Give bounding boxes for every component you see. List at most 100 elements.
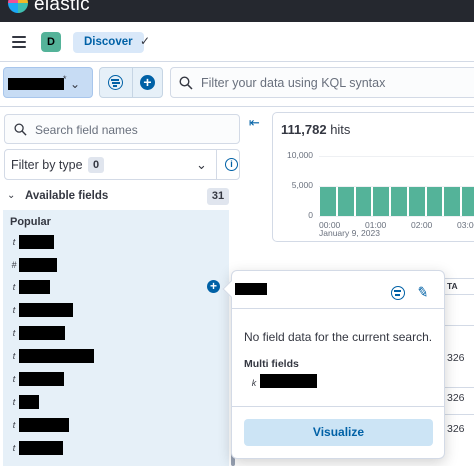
y-tick-label: 10,000	[287, 150, 313, 160]
x-tick-label: 00:00	[319, 220, 341, 230]
x-tick-label: 03:00	[457, 220, 474, 230]
gridline	[319, 156, 474, 157]
search-icon	[14, 123, 27, 136]
keyword-type-icon: k	[249, 377, 259, 389]
empty-data-message: No field data for the current search.	[244, 330, 433, 344]
top-navigation-bar: elastic	[0, 0, 474, 22]
field-name-redacted	[19, 349, 94, 363]
field-type-icon: t	[12, 374, 16, 384]
list-item[interactable]: t	[3, 438, 229, 458]
list-item[interactable]: t	[3, 300, 229, 320]
meta-button[interactable]: TA	[440, 278, 474, 295]
histogram-bar[interactable]	[337, 186, 354, 216]
filter-by-type-dropdown[interactable]: Filter by type 0 ⌄ i	[4, 149, 240, 180]
kql-search-field[interactable]	[170, 67, 474, 98]
list-item[interactable]: t	[3, 323, 229, 343]
chevron-down-icon: ⌄	[70, 77, 81, 91]
y-tick-label: 0	[308, 210, 313, 220]
data-view-picker[interactable]: * ⌄	[3, 67, 93, 98]
field-type-icon: t	[12, 397, 16, 407]
hits-counter: 111,782 hits	[281, 122, 350, 137]
field-type-icon: t	[12, 351, 16, 361]
hits-count: 111,782	[281, 122, 327, 137]
histogram-bar[interactable]	[320, 186, 336, 216]
histogram-bar[interactable]	[426, 186, 443, 216]
collapse-sidebar-icon[interactable]: ⇤	[249, 115, 260, 131]
field-type-icon: t	[12, 237, 16, 247]
add-field-icon[interactable]: +	[207, 280, 220, 293]
y-tick-label: 5,000	[291, 180, 313, 190]
brand-name[interactable]: elastic	[34, 0, 90, 16]
gridline	[319, 216, 474, 217]
data-view-name-redacted	[8, 78, 64, 90]
field-type-icon: t	[12, 420, 16, 430]
multi-fields-label: Multi fields	[244, 358, 299, 370]
histogram-bar[interactable]	[391, 186, 407, 216]
available-fields-header[interactable]: ⌄ Available fields 31	[4, 187, 229, 209]
info-icon[interactable]: i	[225, 158, 238, 171]
available-fields-label: Available fields	[25, 190, 109, 202]
x-tick-label: 02:00	[411, 220, 433, 230]
chevron-down-icon: ⌄	[196, 157, 207, 172]
field-name-redacted	[19, 395, 39, 409]
table-cell: 326	[447, 352, 465, 364]
table-cell: 326	[447, 392, 465, 404]
search-icon	[179, 76, 193, 90]
list-item[interactable]: t	[3, 369, 229, 389]
list-item[interactable]: t +	[3, 277, 229, 297]
histogram-panel: 111,782 hits January 9, 2023 10,000 5,000…	[272, 112, 474, 242]
field-search[interactable]	[4, 114, 240, 144]
filter-icon[interactable]	[108, 75, 123, 90]
breadcrumb-discover[interactable]: Discover	[73, 32, 144, 53]
list-item[interactable]: t	[3, 346, 229, 366]
list-item[interactable]: t	[3, 232, 229, 252]
field-type-icon: t	[12, 282, 16, 292]
table-cell: 326	[447, 423, 465, 435]
field-type-icon: t	[12, 305, 16, 315]
field-name-redacted	[19, 280, 50, 294]
visualize-button[interactable]: Visualize	[244, 419, 433, 446]
query-bar: * ⌄ +	[0, 62, 474, 107]
multi-field-name-redacted[interactable]	[260, 374, 317, 388]
field-name-redacted	[19, 258, 57, 272]
button-divider	[132, 68, 133, 97]
histogram-bar[interactable]	[408, 186, 425, 216]
x-tick-label: 01:00	[365, 220, 387, 230]
elastic-logo-icon[interactable]	[8, 0, 28, 13]
filter-by-type-label: Filter by type	[11, 158, 83, 172]
data-view-wildcard: *	[63, 74, 67, 84]
field-list: Popular t # t + t t t t t t t	[3, 210, 229, 466]
filter-icon[interactable]	[391, 286, 405, 300]
field-type-icon: #	[11, 260, 17, 270]
kql-input[interactable]	[201, 73, 471, 93]
field-name-redacted	[19, 235, 54, 249]
available-fields-count: 31	[207, 188, 229, 205]
field-name-redacted	[19, 303, 73, 317]
field-search-input[interactable]	[35, 120, 235, 139]
checkmark-icon: ✓	[140, 34, 151, 48]
histogram-bar[interactable]	[355, 186, 372, 216]
list-item[interactable]: #	[3, 255, 229, 275]
pencil-icon[interactable]: ✎	[416, 283, 430, 302]
chevron-down-icon: ⌄	[7, 190, 16, 201]
space-avatar[interactable]: D	[41, 32, 61, 52]
divider	[232, 308, 444, 309]
add-filter-icon[interactable]: +	[140, 75, 155, 90]
histogram-bar[interactable]	[373, 186, 390, 216]
list-item[interactable]: t	[3, 392, 229, 412]
popular-label: Popular	[10, 216, 51, 228]
filter-button-group: +	[99, 67, 163, 98]
field-name-redacted	[19, 326, 65, 340]
popover-field-name-redacted	[235, 283, 267, 295]
filter-count-badge: 0	[88, 157, 104, 173]
histogram-bar[interactable]	[462, 186, 474, 216]
field-type-icon: t	[12, 328, 16, 338]
list-item[interactable]: t	[3, 415, 229, 435]
field-name-redacted	[19, 418, 69, 432]
divider	[216, 150, 217, 179]
field-details-popover: ✎ No field data for the current search. …	[222, 270, 445, 459]
menu-icon[interactable]	[12, 36, 26, 48]
divider	[232, 406, 444, 407]
field-sidebar: Filter by type 0 ⌄ i ⌄ Available fields …	[0, 107, 245, 466]
histogram-bar[interactable]	[444, 186, 461, 216]
